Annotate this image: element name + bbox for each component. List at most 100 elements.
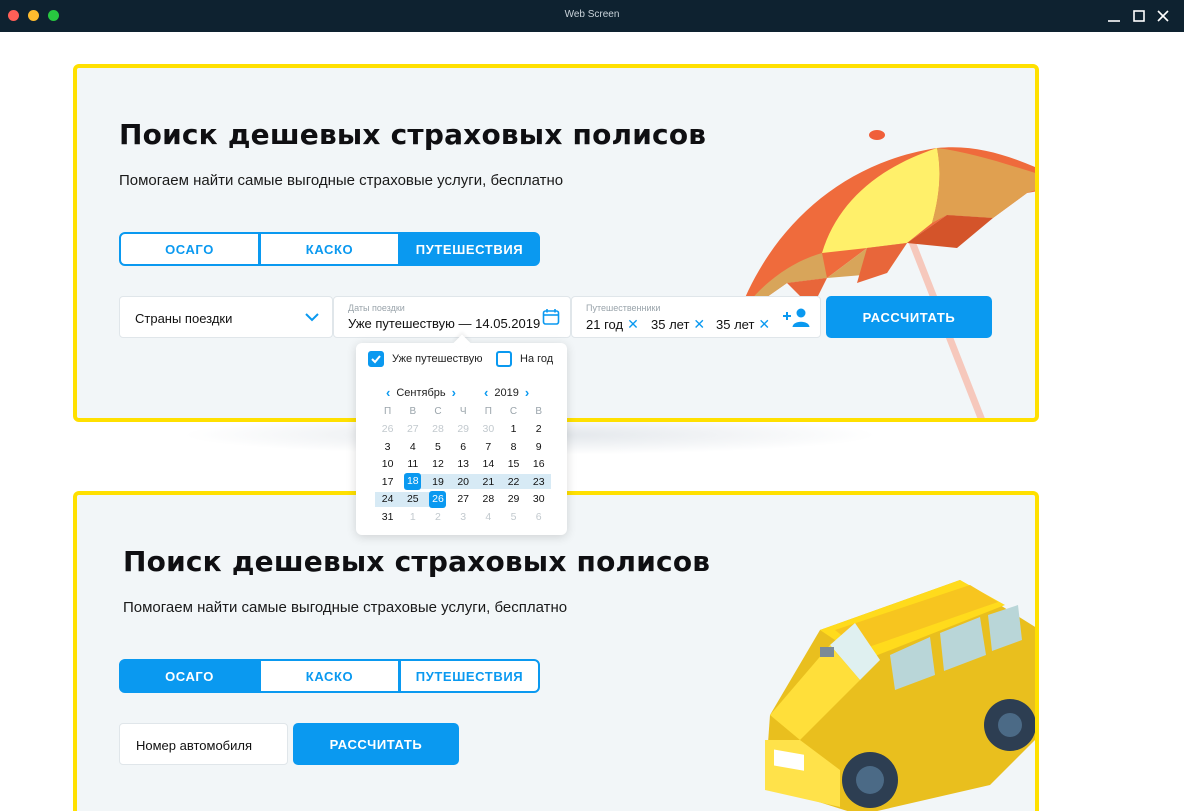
calendar-day[interactable]: 28 [425, 423, 450, 435]
calculate-button[interactable]: РАССЧИТАТЬ [826, 296, 992, 338]
year-label: 2019 [494, 386, 519, 399]
tab-travel[interactable]: ПУТЕШЕСТВИЯ [399, 232, 540, 266]
countries-placeholder: Страны поездки [135, 311, 233, 326]
umbrella-illustration [737, 130, 1035, 418]
trip-dates-field[interactable]: Даты поездки Уже путешествую — 14.05.201… [333, 296, 571, 338]
calendar-day[interactable]: 23 [526, 476, 551, 488]
tab-osago[interactable]: ОСАГО [119, 659, 260, 693]
calendar-day[interactable]: 28 [476, 493, 501, 505]
checkbox-unchecked-icon[interactable] [496, 351, 512, 367]
range-start-day[interactable]: 18 [400, 473, 425, 491]
calendar-week: 24 25 26 27 28 29 30 [375, 490, 551, 509]
tab-travel[interactable]: ПУТЕШЕСТВИЯ [399, 659, 540, 693]
tab-kasko[interactable]: КАСКО [259, 232, 400, 266]
prev-month-icon[interactable]: ‹ [386, 385, 390, 400]
calendar-day[interactable]: 29 [451, 423, 476, 435]
weekday-label: С [434, 406, 442, 418]
range-end-day[interactable]: 26 [425, 490, 450, 508]
window-title: Web Screen [564, 9, 620, 20]
calendar-day[interactable]: 4 [476, 511, 501, 523]
calendar-day[interactable]: 11 [400, 458, 425, 470]
weekday-label: П [484, 406, 492, 418]
traveler-age: 35 лет [716, 317, 755, 332]
calendar-day[interactable]: 20 [451, 476, 476, 488]
calendar-day[interactable]: 30 [476, 423, 501, 435]
calendar-day[interactable]: 27 [451, 493, 476, 505]
calendar-day[interactable]: 21 [476, 476, 501, 488]
travelers-field[interactable]: Путешественники 21 год ✕ 35 лет ✕ 35 лет… [571, 296, 821, 338]
remove-traveler-icon[interactable]: ✕ [693, 316, 705, 333]
calendar-day[interactable]: 16 [526, 458, 551, 470]
page-heading: Поиск дешевых страховых полисов [119, 118, 707, 151]
next-year-icon[interactable]: › [525, 385, 529, 400]
minimize-icon[interactable] [1104, 6, 1124, 26]
close-icon[interactable] [1153, 6, 1173, 26]
calendar-day[interactable]: 2 [526, 423, 551, 435]
calculate-button[interactable]: РАССЧИТАТЬ [293, 723, 459, 765]
car-illustration [765, 580, 1035, 811]
calendar-day[interactable]: 27 [400, 423, 425, 435]
calendar-day[interactable]: 17 [375, 476, 400, 488]
car-number-placeholder: Номер автомобиля [136, 738, 253, 753]
travelers-label: Путешественники [586, 303, 661, 313]
already-travelling-label: Уже путешествую [392, 353, 483, 365]
weekday-label: Ч [459, 406, 467, 418]
weekday-label: С [509, 406, 518, 418]
osago-insurance-card: Поиск дешевых страховых полисов Помогаем… [73, 491, 1039, 811]
calendar-day[interactable]: 6 [451, 441, 476, 453]
calendar-day[interactable]: 25 [400, 493, 425, 505]
already-travelling-checkbox[interactable]: Уже путешествую [368, 351, 482, 367]
calendar-day[interactable]: 14 [476, 458, 501, 470]
remove-traveler-icon[interactable]: ✕ [758, 316, 770, 333]
calendar-day[interactable]: 15 [501, 458, 526, 470]
date-picker-popup: Уже путешествую На год ‹ Сентябрь › ‹ 20… [356, 334, 567, 535]
calendar-week: 31 1 2 3 4 5 6 [375, 508, 551, 526]
traveler-chip: 35 лет ✕ [716, 316, 770, 333]
calendar-day[interactable]: 30 [526, 493, 551, 505]
checkbox-checked-icon[interactable] [368, 351, 384, 367]
calendar-day[interactable]: 12 [425, 458, 450, 470]
car-number-input[interactable]: Номер автомобиля [119, 723, 288, 765]
calendar-day[interactable]: 29 [501, 493, 526, 505]
calendar-day[interactable]: 13 [451, 458, 476, 470]
tab-osago[interactable]: ОСАГО [119, 232, 260, 266]
calendar-day[interactable]: 6 [526, 511, 551, 523]
calendar-week: 26 27 28 29 30 1 2 [375, 421, 551, 439]
calendar-day[interactable]: 22 [501, 476, 526, 488]
weekday-label: В [409, 406, 417, 418]
trip-dates-label: Даты поездки [348, 303, 405, 313]
traveler-chip: 35 лет ✕ [651, 316, 705, 333]
countries-select[interactable]: Страны поездки [119, 296, 333, 338]
per-year-checkbox[interactable]: На год [496, 351, 553, 367]
calendar-day[interactable]: 1 [400, 511, 425, 523]
insurance-type-tabs: ОСАГО КАСКО ПУТЕШЕСТВИЯ [119, 659, 540, 693]
calendar-day[interactable]: 19 [425, 476, 450, 488]
add-traveler-icon[interactable] [782, 307, 810, 329]
calendar-day[interactable]: 5 [425, 441, 450, 453]
calendar-day[interactable]: 3 [451, 511, 476, 523]
calendar-day[interactable]: 1 [501, 423, 526, 435]
month-label: Сентябрь [396, 386, 446, 399]
calendar-day[interactable]: 5 [501, 511, 526, 523]
calendar-day[interactable]: 3 [375, 441, 400, 453]
calendar-day[interactable]: 10 [375, 458, 400, 470]
maximize-icon[interactable] [1129, 6, 1149, 26]
calendar-day[interactable]: 2 [425, 511, 450, 523]
prev-year-icon[interactable]: ‹ [484, 385, 488, 400]
traveler-age: 35 лет [651, 317, 690, 332]
calendar-day[interactable]: 9 [526, 441, 551, 453]
page-subtitle: Помогаем найти самые выгодные страховые … [123, 599, 568, 616]
calendar-icon[interactable] [542, 308, 560, 326]
calendar-day[interactable]: 4 [400, 441, 425, 453]
range-end-label: 26 [429, 490, 447, 508]
tab-kasko[interactable]: КАСКО [259, 659, 400, 693]
calendar-day[interactable]: 26 [375, 423, 400, 435]
next-month-icon[interactable]: › [452, 385, 456, 400]
weekday-label: В [535, 406, 543, 418]
calendar-day[interactable]: 24 [375, 493, 400, 505]
calendar-day[interactable]: 31 [375, 511, 400, 523]
calendar-day[interactable]: 7 [476, 441, 501, 453]
calendar-day[interactable]: 8 [501, 441, 526, 453]
calendar-week: 10 11 12 13 14 15 16 [375, 456, 551, 474]
remove-traveler-icon[interactable]: ✕ [627, 316, 639, 333]
